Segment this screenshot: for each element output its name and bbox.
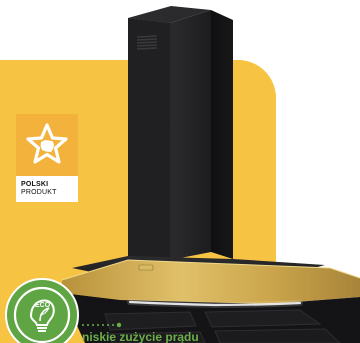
- brand-plate: [138, 264, 154, 271]
- eco-lightbulb-icon: ECO: [13, 286, 71, 343]
- filter-panel-right: [204, 309, 322, 328]
- product-image: POLSKI PRODUKT ECO niskie zużycie prądu: [0, 0, 360, 343]
- dotted-connector: [82, 322, 122, 328]
- eco-caption: niskie zużycie prądu: [82, 330, 199, 343]
- eco-label: ECO: [35, 302, 51, 309]
- chimney-front-left: [128, 18, 170, 260]
- filter-panel-bottom-right: [214, 328, 341, 343]
- chimney-side: [211, 10, 233, 259]
- eco-badge: ECO: [5, 278, 79, 343]
